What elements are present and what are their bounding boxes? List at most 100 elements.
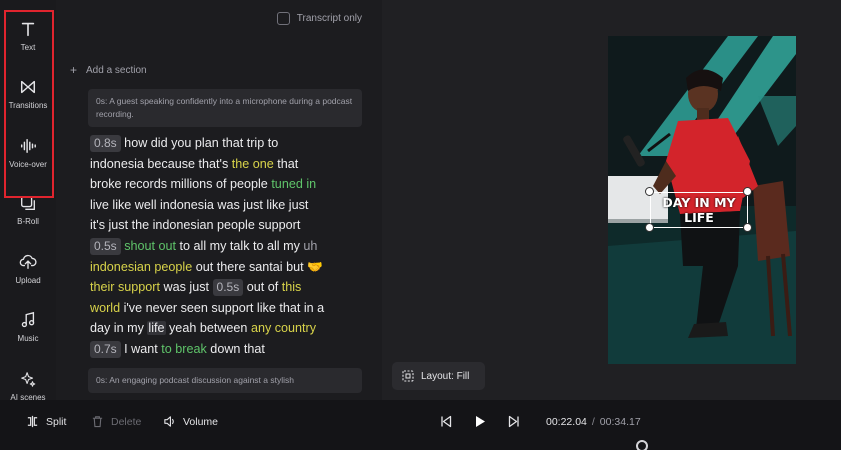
rail-item-label: Text: [20, 43, 36, 52]
transcript-line[interactable]: their support was just 0.5s out of this: [90, 277, 372, 298]
playback-time: 00:22.04 / 00:34.17: [546, 416, 641, 428]
transcript-word: yeah between: [165, 321, 251, 336]
transcript-text[interactable]: 0.8s how did you plan that trip to indone…: [90, 133, 372, 360]
transcript-line[interactable]: it's just the indonesian people support: [90, 215, 372, 236]
transcript-word: that: [273, 156, 299, 171]
pause-marker[interactable]: 0.8s: [90, 135, 121, 152]
scene-description[interactable]: 0s: An engaging podcast discussion again…: [88, 368, 362, 393]
add-section-label: Add a section: [86, 64, 147, 76]
upload-icon: [19, 254, 37, 269]
add-section-button[interactable]: + Add a section: [70, 63, 147, 77]
editor-app: Text Transitions Voice-over B-Roll Uploa…: [0, 0, 841, 450]
transcript-line[interactable]: broke records millions of people tuned i…: [90, 174, 372, 195]
transcript-word: i've never seen support like that in a: [120, 300, 325, 315]
skip-back-icon[interactable]: [440, 415, 452, 428]
transcript-line[interactable]: 0.8s how did you plan that trip to: [90, 133, 372, 154]
rail-item-voice-over[interactable]: Voice-over: [0, 137, 56, 169]
layout-button[interactable]: Layout: Fill: [392, 362, 485, 390]
b-roll-icon: [21, 196, 35, 210]
transitions-icon: [20, 80, 36, 94]
volume-button[interactable]: Volume: [163, 415, 218, 428]
ai-sparkle-icon: [21, 372, 36, 387]
transcript-only-toggle[interactable]: Transcript only: [276, 12, 362, 25]
transcript-line[interactable]: day in my life yeah between any country: [90, 318, 372, 339]
play-icon[interactable]: [474, 415, 486, 428]
resize-handle[interactable]: [645, 223, 654, 232]
skip-forward-icon[interactable]: [508, 415, 520, 428]
resize-handle[interactable]: [645, 187, 654, 196]
trash-icon: [92, 416, 103, 428]
transcript-word: any country: [250, 321, 317, 336]
scene-description-text: 0s: A guest speaking confidently into a …: [96, 96, 353, 119]
layout-icon: [402, 370, 414, 382]
voice-over-icon: [20, 138, 36, 154]
transcript-word: down that: [206, 341, 265, 356]
current-time: 00:22.04: [546, 416, 587, 428]
rail-item-label: B-Roll: [17, 217, 39, 226]
pause-marker[interactable]: 0.7s: [90, 340, 121, 358]
transcript-word: I want: [120, 341, 162, 356]
rail-item-transitions[interactable]: Transitions: [0, 78, 56, 110]
delete-label: Delete: [111, 415, 142, 428]
transcript-word: day in my: [90, 321, 148, 336]
transcript-word: was just: [160, 280, 213, 295]
transcript-word: shout out: [124, 238, 177, 253]
split-label: Split: [46, 415, 67, 428]
caption-text: DAY IN MY LIFE: [650, 192, 748, 228]
bottom-toolbar: Split Delete Volume 00:22.04 / 00:34.17: [0, 400, 841, 450]
pause-marker[interactable]: 0.5s: [90, 237, 121, 255]
music-icon: [21, 311, 35, 328]
transcript-word: to all my talk to all my: [176, 238, 304, 253]
scene-description[interactable]: 0s: A guest speaking confidently into a …: [88, 89, 362, 127]
transcript-word: out of: [243, 280, 282, 295]
transcript-word: uh: [303, 238, 318, 253]
transcript-panel: Transcript only + Add a section 0s: A gu…: [56, 0, 382, 400]
transcript-word: to break: [161, 341, 207, 356]
transcript-word: this: [281, 280, 302, 295]
rail-item-text[interactable]: Text: [0, 20, 56, 52]
transcript-line[interactable]: world i've never seen support like that …: [90, 298, 372, 319]
video-preview-area: Layout: Fill: [382, 0, 841, 400]
transcript-word: indonesia because that's: [90, 156, 232, 171]
total-time: 00:34.17: [599, 416, 641, 428]
text-icon: [21, 22, 35, 37]
transcript-line[interactable]: 0.7s I want to break down that: [90, 339, 372, 360]
volume-label: Volume: [183, 415, 219, 428]
transcript-word: it's just the indonesian people support: [90, 218, 301, 233]
layout-label: Layout: Fill: [421, 370, 470, 382]
rail-item-ai-scenes[interactable]: AI scenes: [0, 370, 56, 402]
transcript-line[interactable]: indonesia because that's the one that: [90, 154, 372, 175]
transcript-line[interactable]: indonesian people out there santai but 🤝: [90, 257, 372, 278]
transcript-word: indonesian people: [90, 259, 193, 274]
pause-marker[interactable]: 0.5s: [212, 279, 244, 297]
resize-handle[interactable]: [743, 223, 752, 232]
rail-item-b-roll[interactable]: B-Roll: [0, 194, 56, 226]
transcript-word: 🤝: [307, 259, 323, 274]
timeline-scrubber-handle[interactable]: [636, 440, 648, 450]
time-separator: /: [591, 416, 595, 428]
caption-line-1: DAY IN MY: [662, 195, 736, 210]
transcript-only-checkbox[interactable]: [276, 12, 290, 25]
resize-handle[interactable]: [743, 187, 752, 196]
transcript-word: world: [90, 300, 121, 315]
transcript-word: life: [147, 321, 166, 336]
caption-overlay[interactable]: DAY IN MY LIFE: [645, 187, 752, 232]
left-tool-rail: Text Transitions Voice-over B-Roll Uploa…: [0, 0, 56, 402]
caption-line-2: LIFE: [684, 210, 714, 225]
transcript-word: tuned in: [271, 177, 317, 192]
plus-icon: +: [70, 63, 78, 77]
rail-item-label: Music: [17, 334, 39, 343]
rail-item-label: Transitions: [8, 101, 48, 110]
rail-item-music[interactable]: Music: [0, 311, 56, 343]
delete-button[interactable]: Delete: [91, 415, 141, 428]
rail-item-upload[interactable]: Upload: [0, 253, 56, 285]
transcript-word: the one: [231, 156, 274, 171]
split-button[interactable]: Split: [26, 415, 66, 428]
rail-item-label: Upload: [15, 276, 41, 285]
transcript-line[interactable]: 0.5s shout out to all my talk to all my …: [90, 236, 372, 257]
transcript-line[interactable]: live like well indonesia was just like j…: [90, 195, 372, 216]
rail-item-label: Voice-over: [9, 160, 47, 169]
scene-description-text: 0s: An engaging podcast discussion again…: [96, 375, 294, 385]
transcript-word: their support: [90, 280, 161, 295]
transcript-only-label: Transcript only: [296, 13, 362, 24]
